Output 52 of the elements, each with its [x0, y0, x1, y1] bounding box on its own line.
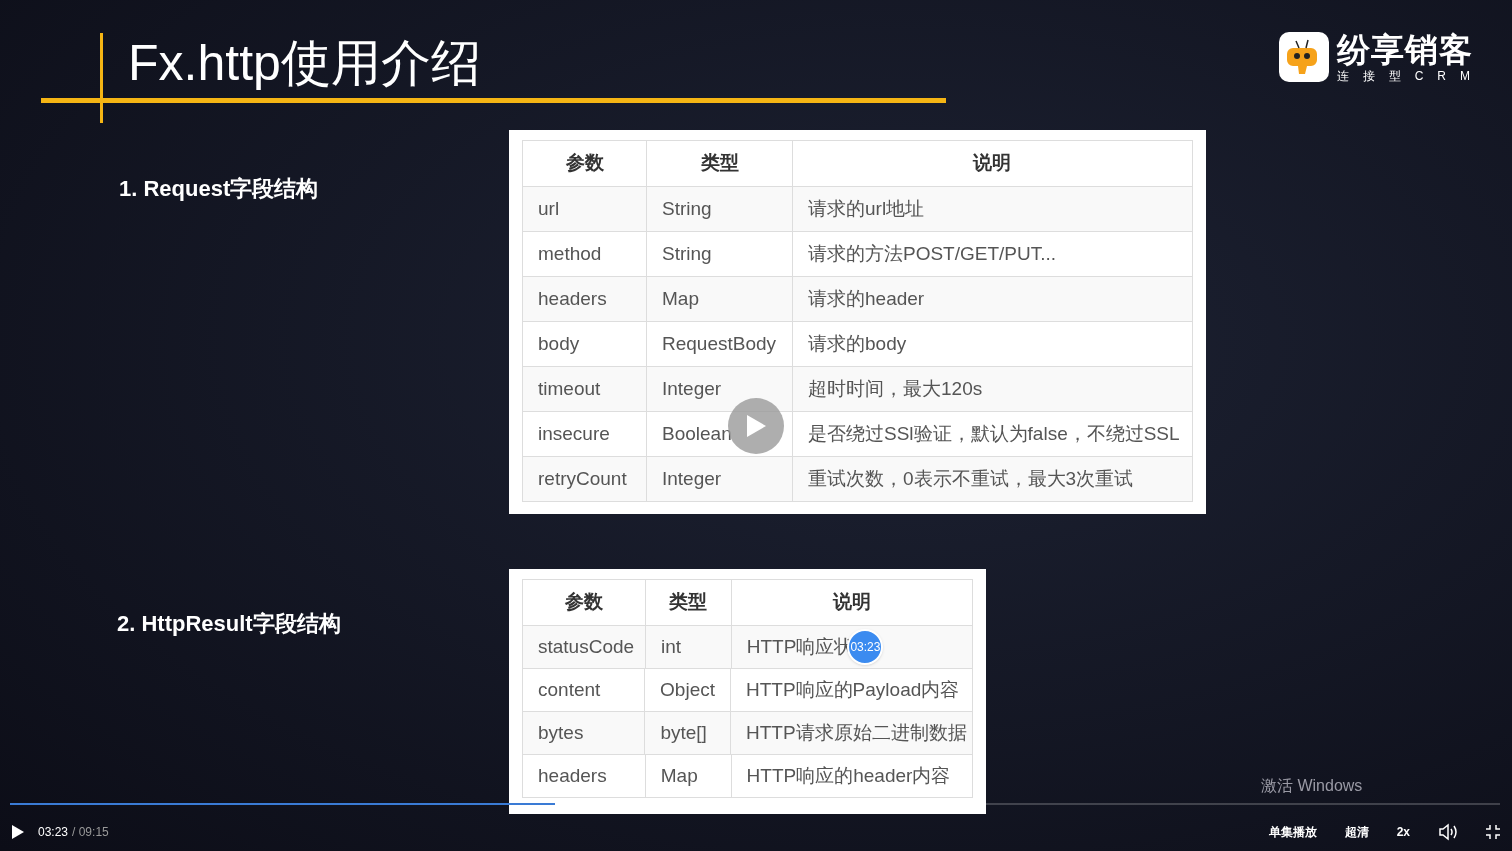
volume-icon[interactable] [1438, 823, 1458, 841]
bee-logo-icon [1278, 32, 1329, 82]
table-cell-text: 是否绕过SSl验证，默认为false，不绕过SSL [808, 421, 1180, 446]
table-cell-text: 重试次数，0表示不重试，最大3次重试 [808, 466, 1134, 491]
table-cell-text: Object [660, 677, 715, 702]
player-control[interactable]: 超清 [1344, 823, 1369, 841]
table-cell-text: headers [538, 763, 607, 788]
play-icon [745, 414, 767, 438]
table-cell-text: String [662, 196, 712, 221]
table-cell-text: retryCount [538, 466, 627, 491]
table-cell-text: 请求的url地址 [808, 196, 925, 221]
table-cell-text: Integer [662, 466, 722, 491]
table-cell-text: RequestBody [662, 331, 777, 356]
player-control[interactable]: 2x [1396, 823, 1410, 841]
seek-time-bubble: 03:23 [847, 629, 884, 665]
logo-tagline: 连接型CRM [1336, 69, 1484, 82]
table-cell-text: insecure [538, 421, 610, 446]
logo-name: 纷享销客 [1336, 32, 1474, 66]
table-cell-text: 超时时间，最大120s [808, 376, 983, 401]
play-icon [12, 825, 24, 839]
table-cell-text: 请求的body [808, 331, 907, 356]
total-time: / 09:15 [72, 824, 109, 841]
table-cell-text: String [662, 241, 712, 266]
fullscreen-exit-icon[interactable] [1486, 825, 1500, 839]
table-cell-text: HTTP响应的header内容 [746, 763, 951, 788]
table-cell-text: bytes [538, 720, 584, 745]
table-cell-text: statusCode [538, 634, 635, 659]
table-cell-text: Map [662, 286, 699, 311]
play-button[interactable] [12, 824, 26, 840]
section-heading: 2. HttpResult字段结构 [117, 611, 341, 636]
table-cell-text: int [661, 634, 682, 659]
column-header: 说明 [831, 590, 872, 615]
table-cell-text: Boolean [662, 421, 732, 446]
column-header: 说明 [971, 151, 1012, 176]
table-cell-text: Map [660, 763, 698, 788]
player-control[interactable]: 单集播放 [1268, 823, 1317, 841]
table-cell-text: HTTP响应的Payload内容 [746, 677, 960, 702]
table-cell-text: headers [538, 286, 607, 311]
table-cell-text: 请求的header [808, 286, 925, 311]
table-cell-text: byte[] [660, 720, 707, 745]
current-time: 03:23 [38, 824, 69, 841]
table-cell-text: 请求的方法POST/GET/PUT... [808, 241, 1057, 266]
table-cell-text: url [538, 196, 560, 221]
slide-title: Fx.http使用介绍 [128, 38, 481, 88]
section-heading: 1. Request字段结构 [119, 176, 319, 201]
table-cell-text: timeout [538, 376, 601, 401]
table-cell-text: content [538, 677, 601, 702]
windows-activation-notice: 激活 Windows [1261, 776, 1363, 796]
table-cell-text: Integer [662, 376, 722, 401]
table-cell-text: HTTP请求原始二进制数据 [746, 720, 967, 745]
table-cell-text: body [538, 331, 580, 356]
table-cell-text: method [538, 241, 602, 266]
